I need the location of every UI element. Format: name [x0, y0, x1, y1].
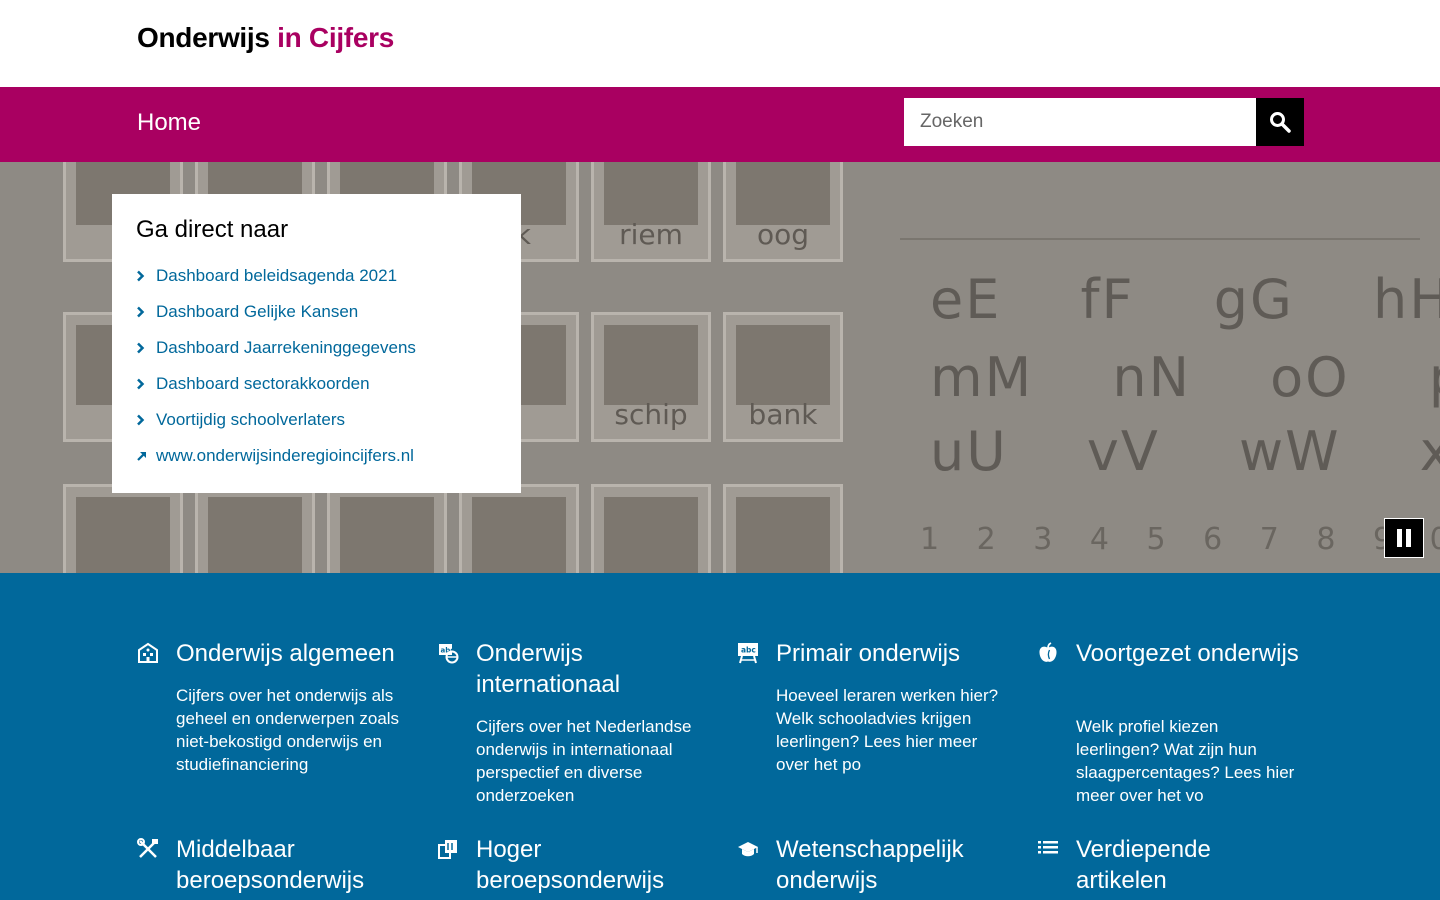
site-header: Onderwijs in Cijfers — [0, 0, 1440, 87]
category-title-link[interactable]: Verdiepende artikelen — [1076, 834, 1306, 896]
board-letters-row: mM nN oO pP — [930, 346, 1440, 409]
board-letters-row: uU vV wW xX — [930, 420, 1440, 483]
search-button[interactable] — [1256, 98, 1304, 146]
hero-card-word: bank — [748, 398, 818, 431]
search-input[interactable] — [904, 98, 1256, 146]
books-icon — [438, 840, 457, 859]
quick-link-label: Voortijdig schoolverlaters — [156, 410, 345, 429]
hero-card — [195, 484, 315, 573]
quick-link-item: Voortijdig schoolverlaters — [136, 402, 497, 438]
category-title-link[interactable]: Middelbaar beroepsonderwijs — [176, 834, 406, 896]
quick-link-item: www.onderwijsinderegioincijfers.nl — [136, 438, 497, 474]
category-description: Cijfers over het onderwijs als geheel en… — [176, 686, 400, 774]
quick-link-label: Dashboard Gelijke Kansen — [156, 302, 359, 321]
quick-link-beleidsagenda[interactable]: Dashboard beleidsagenda 2021 — [136, 266, 397, 286]
school-building-icon — [138, 642, 158, 663]
quick-link-sectorakkoorden[interactable]: Dashboard sectorakkoorden — [136, 374, 370, 394]
tools-icon — [137, 838, 158, 858]
chevron-right-icon — [137, 270, 145, 282]
hero-card — [591, 484, 711, 573]
abc-board-icon: abc — [738, 643, 758, 664]
categories-section: Onderwijs algemeen Cijfers over het onde… — [0, 573, 1440, 900]
category-title-link[interactable]: Wetenschappelijk onderwijs — [776, 834, 1006, 896]
chevron-right-icon — [137, 306, 145, 318]
chevron-right-icon — [137, 378, 145, 390]
hero-card — [459, 484, 579, 573]
list-icon — [1038, 841, 1058, 854]
hero-card-word: schip — [614, 398, 688, 431]
quick-links-panel: Ga direct naar Dashboard beleidsagenda 2… — [112, 194, 521, 493]
site-logo[interactable]: Onderwijs in Cijfers — [137, 22, 394, 54]
chevron-right-icon — [137, 414, 145, 426]
graduation-cap-icon — [738, 842, 758, 857]
quick-link-label: www.onderwijsinderegioincijfers.nl — [156, 446, 414, 465]
board-letters-row: eE fF gG hH — [930, 268, 1440, 331]
search-form — [904, 98, 1304, 146]
hero-card: oog — [723, 162, 843, 262]
logo-text-part2: in Cijfers — [277, 22, 394, 53]
category-title-link[interactable]: Voortgezet onderwijs — [1076, 638, 1306, 669]
pause-icon — [1397, 529, 1402, 547]
category-description: Hoeveel leraren werken hier? Welk school… — [776, 686, 999, 774]
globe-abc-icon: abc — [439, 644, 459, 664]
hero-card — [63, 484, 183, 573]
hero-card-word: oog — [756, 218, 810, 251]
quick-link-item: Dashboard beleidsagenda 2021 — [136, 258, 497, 294]
hero-card: bank — [723, 312, 843, 442]
apple-icon — [1039, 642, 1057, 662]
quick-link-label: Dashboard sectorakkoorden — [156, 374, 370, 393]
search-icon — [1270, 112, 1291, 133]
quick-link-item: Dashboard Jaarrekeninggegevens — [136, 330, 497, 366]
hero-card — [723, 484, 843, 573]
quick-link-gelijke-kansen[interactable]: Dashboard Gelijke Kansen — [136, 302, 358, 322]
category-title-link[interactable]: Hoger beroepsonderwijs — [476, 834, 706, 896]
quick-links-list: Dashboard beleidsagenda 2021 Dashboard G… — [136, 258, 497, 474]
category-title-link[interactable]: Primair onderwijs — [776, 638, 1006, 669]
category-title-link[interactable]: Onderwijs algemeen — [176, 638, 406, 669]
logo-text-part1: Onderwijs — [137, 22, 270, 53]
quick-link-item: Dashboard sectorakkoorden — [136, 366, 497, 402]
hero-card: schip — [591, 312, 711, 442]
quick-links-title: Ga direct naar — [136, 216, 289, 243]
main-navigation: Home — [0, 87, 1440, 162]
category-title-link[interactable]: Onderwijs internationaal — [476, 638, 706, 700]
external-link-icon — [137, 451, 146, 461]
hero-card: riem — [591, 162, 711, 262]
category-description: Welk profiel kiezen leerlingen? Wat zijn… — [1076, 717, 1295, 805]
quick-link-item: Dashboard Gelijke Kansen — [136, 294, 497, 330]
category-description: Cijfers over het Nederlandse onderwijs i… — [476, 717, 692, 805]
quick-link-onderwijs-in-de-regio[interactable]: www.onderwijsinderegioincijfers.nl — [136, 446, 414, 466]
hero-card-word: riem — [619, 218, 683, 251]
quick-link-label: Dashboard Jaarrekeninggegevens — [156, 338, 416, 357]
hero-chalkboard: eE fF gG hH mM nN oO pP uU vV wW xX 1 2 … — [870, 222, 1440, 573]
chevron-right-icon — [137, 342, 145, 354]
quick-link-label: Dashboard beleidsagenda 2021 — [156, 266, 398, 285]
board-numbers-row: 1 2 3 4 5 6 7 8 9 0 - + x — [920, 522, 1440, 557]
quick-link-voortijdig-schoolverlaters[interactable]: Voortijdig schoolverlaters — [136, 410, 345, 430]
hero-card — [327, 484, 447, 573]
hero-banner: li ik riem oog i schip bank eE fF gG hH … — [0, 162, 1440, 573]
svg-text:abc: abc — [741, 646, 756, 655]
quick-link-jaarrekening[interactable]: Dashboard Jaarrekeninggegevens — [136, 338, 416, 358]
nav-home-link[interactable]: Home — [137, 109, 201, 137]
carousel-pause-button[interactable] — [1384, 518, 1424, 558]
